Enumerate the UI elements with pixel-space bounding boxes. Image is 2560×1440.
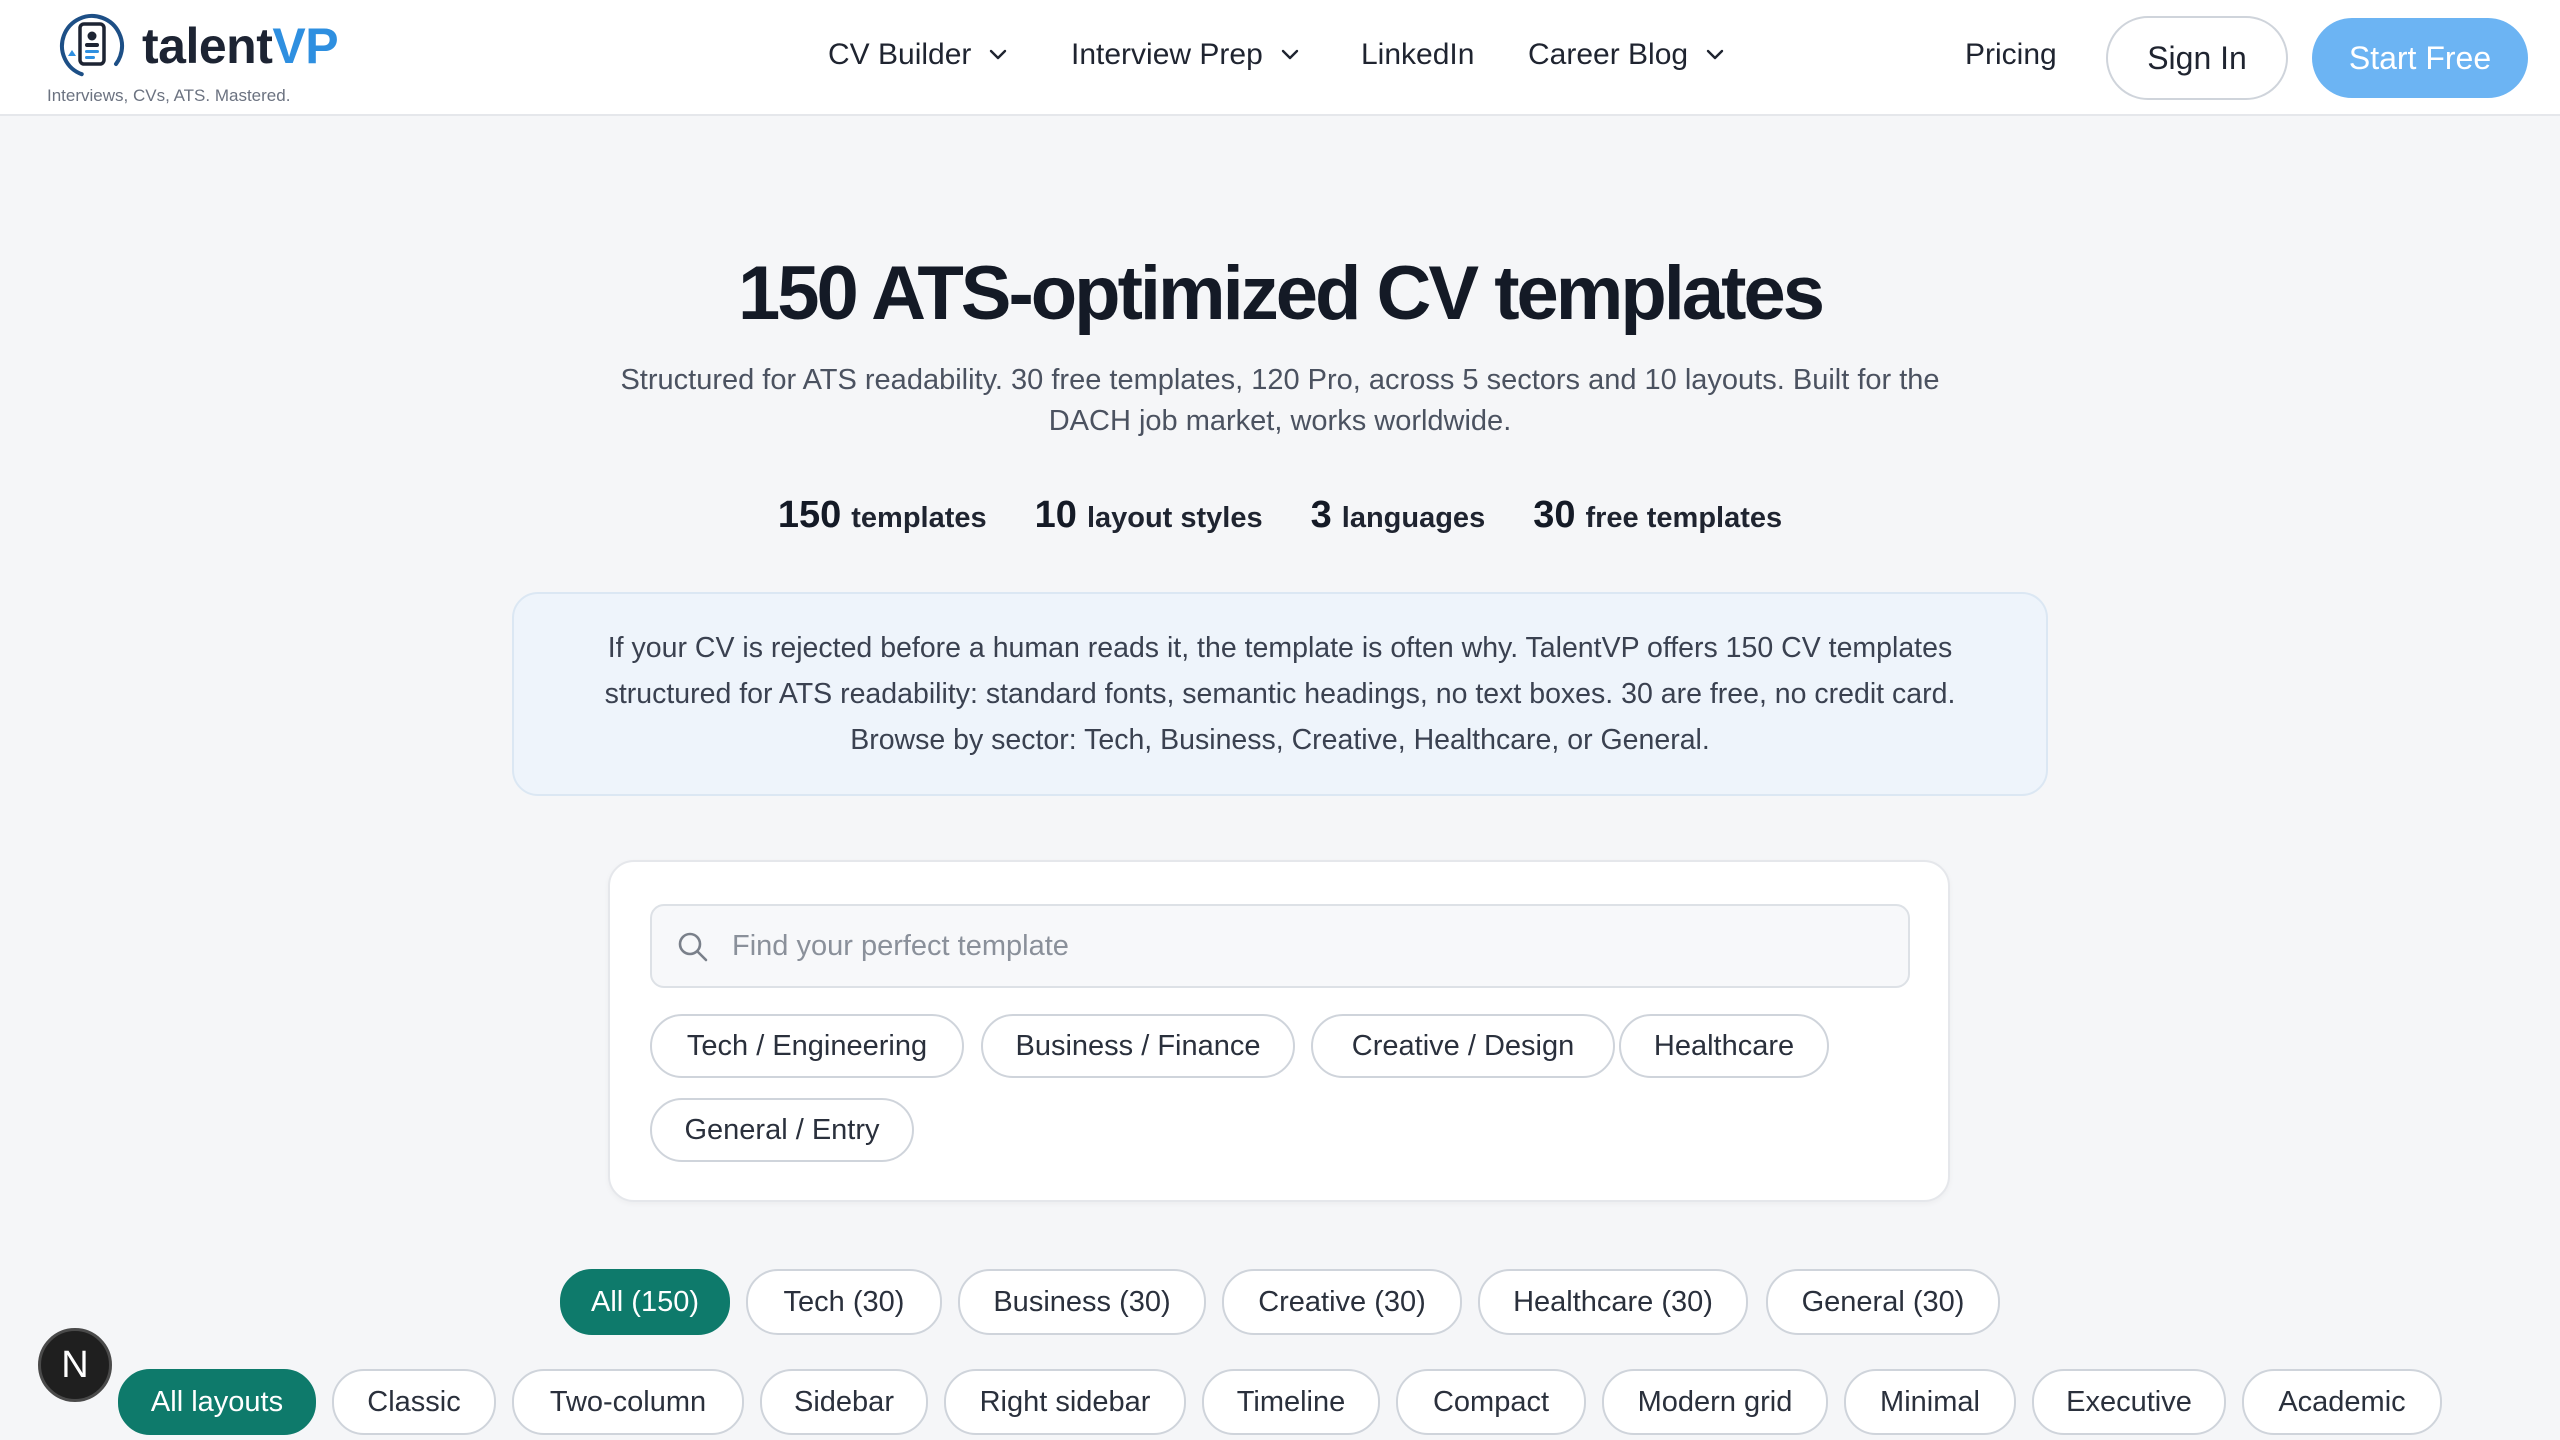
sector-chip-creative[interactable]: Creative / Design <box>1311 1014 1615 1078</box>
layout-sidebar[interactable]: Sidebar <box>760 1369 928 1435</box>
page-subtitle: Structured for ATS readability. 30 free … <box>620 364 1940 437</box>
layout-timeline[interactable]: Timeline <box>1202 1369 1380 1435</box>
filter-creative[interactable]: Creative (30) <box>1222 1269 1462 1335</box>
start-free-button[interactable]: Start Free <box>2312 18 2528 98</box>
site-header: talentVP Interviews, CVs, ATS. Mastered.… <box>0 0 2560 116</box>
layout-academic[interactable]: Academic <box>2242 1369 2442 1435</box>
stats-row: 150 templates 10 layout styles 3 languag… <box>0 494 2560 537</box>
nav-career-blog[interactable]: Career Blog <box>1528 38 1724 72</box>
info-text: If your CV is rejected before a human re… <box>604 632 1956 756</box>
search-input[interactable] <box>732 906 1892 986</box>
layout-modern-grid[interactable]: Modern grid <box>1602 1369 1828 1435</box>
layout-two-column[interactable]: Two-column <box>512 1369 744 1435</box>
filter-tech[interactable]: Tech (30) <box>746 1269 942 1335</box>
sign-in-button[interactable]: Sign In <box>2106 16 2288 100</box>
sector-chip-healthcare[interactable]: Healthcare <box>1619 1014 1829 1078</box>
brand-name: talentVP <box>142 18 339 74</box>
chevron-down-icon <box>1706 49 1724 60</box>
layout-compact[interactable]: Compact <box>1396 1369 1586 1435</box>
search-box[interactable] <box>650 904 1910 988</box>
filter-healthcare[interactable]: Healthcare (30) <box>1478 1269 1748 1335</box>
filter-general[interactable]: General (30) <box>1766 1269 2000 1335</box>
stat-free-templates: 30 free templates <box>1533 494 1783 536</box>
nav-linkedin[interactable]: LinkedIn <box>1361 38 1474 72</box>
logo-icon <box>60 14 124 78</box>
stat-languages: 3 languages <box>1310 494 1486 536</box>
stat-templates: 150 templates <box>777 494 987 536</box>
filter-business[interactable]: Business (30) <box>958 1269 1206 1335</box>
page-title: 150 ATS-optimized CV templates <box>737 251 1825 336</box>
nextjs-badge[interactable]: N <box>38 1328 112 1402</box>
sector-chip-tech[interactable]: Tech / Engineering <box>650 1014 964 1078</box>
search-icon <box>678 932 708 962</box>
layout-all[interactable]: All layouts <box>118 1369 316 1435</box>
layout-classic[interactable]: Classic <box>332 1369 496 1435</box>
brand-tagline: Interviews, CVs, ATS. Mastered. <box>47 86 291 105</box>
filter-all[interactable]: All (150) <box>560 1269 730 1335</box>
search-card: Tech / Engineering Business / Finance Cr… <box>608 860 1950 1202</box>
chevron-down-icon <box>990 49 1007 60</box>
info-callout: If your CV is rejected before a human re… <box>512 592 2048 796</box>
layout-minimal[interactable]: Minimal <box>1844 1369 2016 1435</box>
nav-interview-prep[interactable]: Interview Prep <box>1071 38 1299 72</box>
sector-chip-business[interactable]: Business / Finance <box>981 1014 1295 1078</box>
sector-chip-general[interactable]: General / Entry <box>650 1098 914 1162</box>
chevron-down-icon <box>1281 49 1298 60</box>
layout-right-sidebar[interactable]: Right sidebar <box>944 1369 1186 1435</box>
brand-logo[interactable]: talentVP <box>58 12 339 80</box>
nav-pricing[interactable]: Pricing <box>1965 38 2057 72</box>
layout-executive[interactable]: Executive <box>2032 1369 2226 1435</box>
stat-layout-styles: 10 layout styles <box>1034 494 1263 536</box>
nav-cv-builder[interactable]: CV Builder <box>828 38 1007 72</box>
